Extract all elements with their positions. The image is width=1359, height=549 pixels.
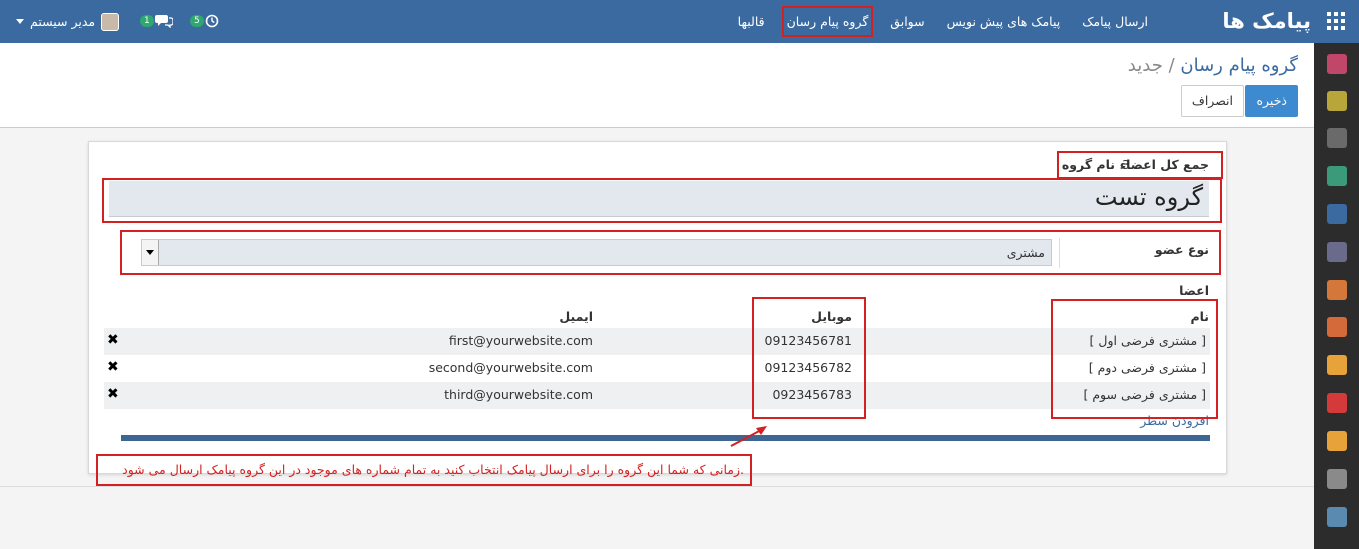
menu-history[interactable]: سوابق [879,0,935,43]
messages-badge: 1 [140,15,154,27]
receipt-icon[interactable] [1327,355,1347,375]
top-navbar: پیامک ها ارسال پیامک پیامک های پیش نویس … [0,0,1359,43]
chevron-down-icon [146,250,154,255]
annotation-text: زمانی که شما این گروه را برای ارسال پیام… [122,462,744,477]
delete-row-icon[interactable]: ✖ [107,332,119,348]
group-name-label: نام گروه [1061,157,1115,172]
menu-templates[interactable]: قالبها [727,0,776,43]
table-row[interactable]: ✖ [ مشتری فرضی دوم ] 09123456782 second@… [104,355,1210,382]
member-type-value: مشتری [1006,245,1045,260]
total-members-value: 3 [1122,157,1130,172]
table-footer-bar [121,435,1210,441]
member-type-label: نوع عضو [1154,242,1209,257]
group-name-value: گروه تست [1094,183,1203,211]
delete-row-icon[interactable]: ✖ [107,386,119,402]
headset-icon[interactable] [1327,431,1347,451]
user-menu[interactable]: مدیر سیستم [16,0,120,43]
chart-icon[interactable] [1327,280,1347,300]
table-row[interactable]: ✖ [ مشتری فرضی اول ] 09123456781 first@y… [104,328,1210,355]
total-members-label: جمع کل اعضاء [1119,157,1209,172]
control-panel: گروه پیام رسان / جدید ذخیره انصراف [0,43,1314,128]
activity-button[interactable]: 5 [190,11,219,31]
members-section-label: اعضا [1179,283,1209,298]
settings-icon[interactable] [1327,204,1347,224]
support-icon[interactable] [1327,242,1347,262]
save-button[interactable]: ذخیره [1245,85,1298,117]
menu-messenger-group[interactable]: گروه پیام رسان [776,0,880,43]
menu-send-sms[interactable]: ارسال پیامک [1071,0,1159,43]
menu-draft-sms[interactable]: پیامک های پیش نویس [936,0,1072,43]
messages-button[interactable]: 1 [140,11,173,31]
divider [0,486,1314,487]
column-header-email[interactable]: ایمیل [559,309,593,324]
app-sidebar [1314,43,1359,549]
clock-icon [205,14,219,28]
chat-bubbles-icon [154,15,173,28]
delete-row-icon[interactable]: ✖ [107,359,119,375]
row-email: third@yourwebsite.com [444,387,593,402]
breadcrumb-parent[interactable]: گروه پیام رسان [1180,55,1298,76]
caret-down-icon [16,19,24,24]
highlight-box [752,297,866,419]
activity-badge: 5 [190,15,204,27]
discard-button[interactable]: انصراف [1180,85,1244,117]
table-row[interactable]: ✖ [ مشتری فرضی سوم ] 0923456783 third@yo… [104,382,1210,409]
member-type-select[interactable]: مشتری [141,239,1052,266]
breadcrumb-current: جدید [1127,55,1163,76]
contacts-icon[interactable] [1327,166,1347,186]
highlight-box [1051,299,1218,419]
divider [1059,238,1060,268]
row-email: second@yourwebsite.com [428,360,593,375]
app-title: پیامک ها [1222,9,1311,33]
avatar [101,12,120,31]
dropdown-toggle[interactable] [142,240,159,265]
group-name-input[interactable]: گروه تست [109,181,1209,217]
breadcrumb: گروه پیام رسان / جدید [1128,55,1298,76]
notes-icon[interactable] [1327,128,1347,148]
calendar-icon[interactable] [1327,91,1347,111]
folder-icon[interactable] [1327,393,1347,413]
main-menu: ارسال پیامک پیامک های پیش نویس سوابق گرو… [727,0,1159,43]
globe-icon[interactable] [1327,317,1347,337]
annotation-arrow-icon [730,426,767,447]
apps-grid-icon[interactable] [1327,12,1345,30]
card-icon[interactable] [1327,507,1347,527]
printer-icon[interactable] [1327,469,1347,489]
chat-icon[interactable] [1327,54,1347,74]
annotation-note: زمانی که شما این گروه را برای ارسال پیام… [96,454,752,486]
user-name: مدیر سیستم [30,14,96,29]
breadcrumb-separator: / [1168,55,1175,76]
row-email: first@yourwebsite.com [448,333,593,348]
